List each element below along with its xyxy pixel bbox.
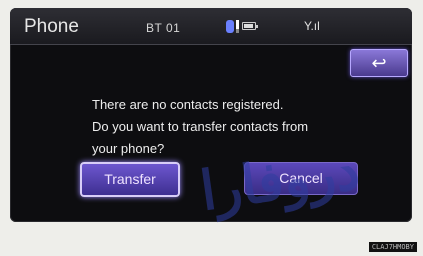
- message-line-2: Do you want to transfer contacts from: [92, 119, 309, 134]
- display-screen: Phone BT 01 Y.ıl ↩ There are no contacts…: [10, 8, 412, 223]
- back-button[interactable]: ↩: [350, 49, 408, 77]
- image-code: CLAJ7HMOBY: [368, 242, 417, 252]
- signal-strength-icon: Y.ıl: [304, 19, 320, 33]
- transfer-button[interactable]: Transfer: [80, 162, 180, 197]
- bt-strength-icon: [236, 20, 239, 33]
- device-name: BT 01: [146, 21, 181, 35]
- bluetooth-icon: [226, 20, 234, 33]
- battery-icon: [242, 22, 258, 30]
- message-line-1: There are no contacts registered.: [92, 97, 284, 112]
- screen-title: Phone: [24, 16, 79, 37]
- status-bar: Phone BT 01 Y.ıl: [10, 8, 412, 45]
